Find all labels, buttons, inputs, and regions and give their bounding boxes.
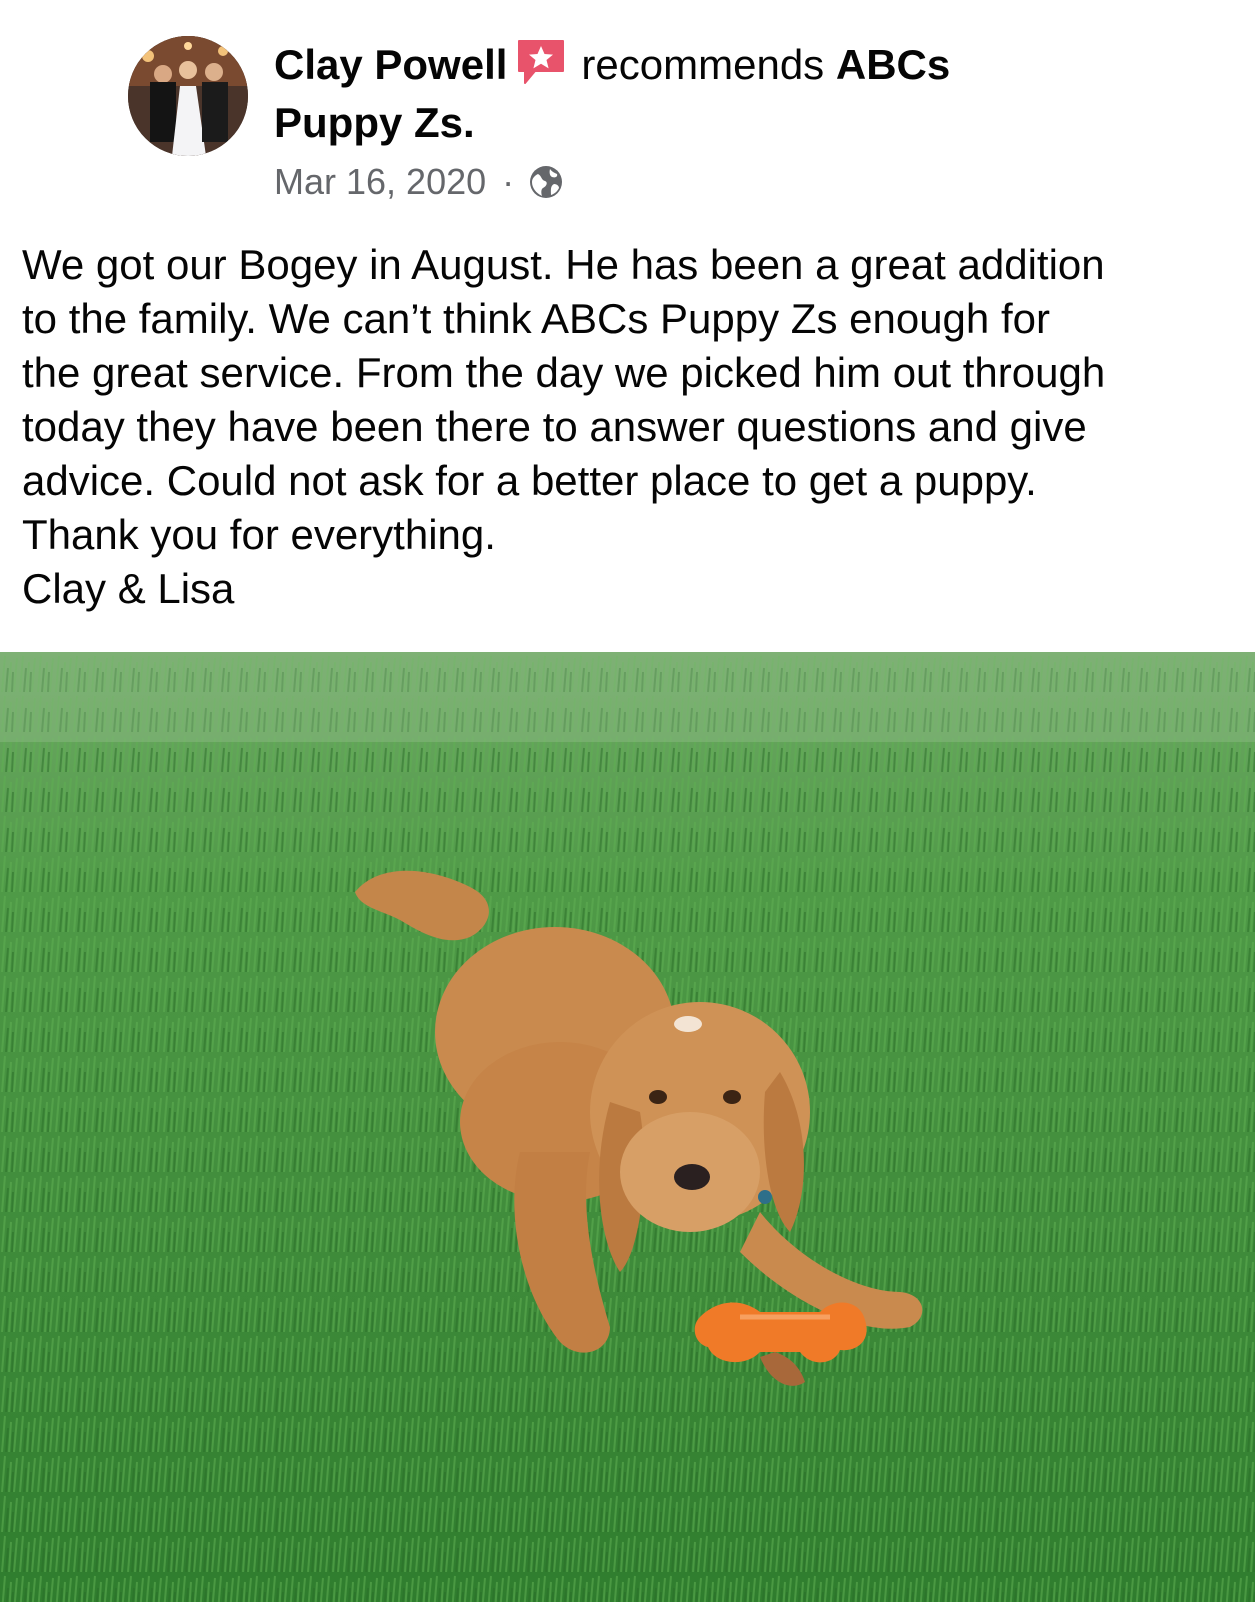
post-photo[interactable] [0, 652, 1255, 1602]
dog-photo [0, 652, 1255, 1602]
post-headline: Clay Powell recommends ABCs Puppy Zs. [274, 36, 1174, 152]
post-header: Clay Powell recommends ABCs Puppy Zs. Ma… [0, 0, 1255, 220]
post-signature: Clay & Lisa [22, 565, 235, 612]
avatar-photo [128, 36, 248, 156]
recommendation-star-icon [515, 37, 567, 87]
post-body-line: advice. Could not ask for a better place… [22, 457, 1037, 504]
recommends-text: recommends [581, 41, 825, 88]
author-name[interactable]: Clay Powell [274, 41, 507, 88]
globe-icon [528, 164, 564, 200]
post-body-line: to the family. We can’t think ABCs Puppy… [22, 295, 1050, 342]
page-name-link-continued[interactable]: Puppy Zs. [274, 99, 475, 146]
post-body-line: Thank you for everything. [22, 511, 496, 558]
post-body-line: the great service. From the day we picke… [22, 349, 1106, 396]
post-body: We got our Bogey in August. He has been … [22, 238, 1237, 616]
author-avatar[interactable] [128, 36, 248, 156]
meta-separator: · [502, 161, 515, 202]
post-body-line: today they have been there to answer que… [22, 403, 1087, 450]
post-body-line: We got our Bogey in August. He has been … [22, 241, 1105, 288]
post-date[interactable]: Mar 16, 2020 [274, 160, 486, 204]
post-meta: Mar 16, 2020 · [274, 160, 564, 204]
page-name-link[interactable]: ABCs [836, 41, 950, 88]
